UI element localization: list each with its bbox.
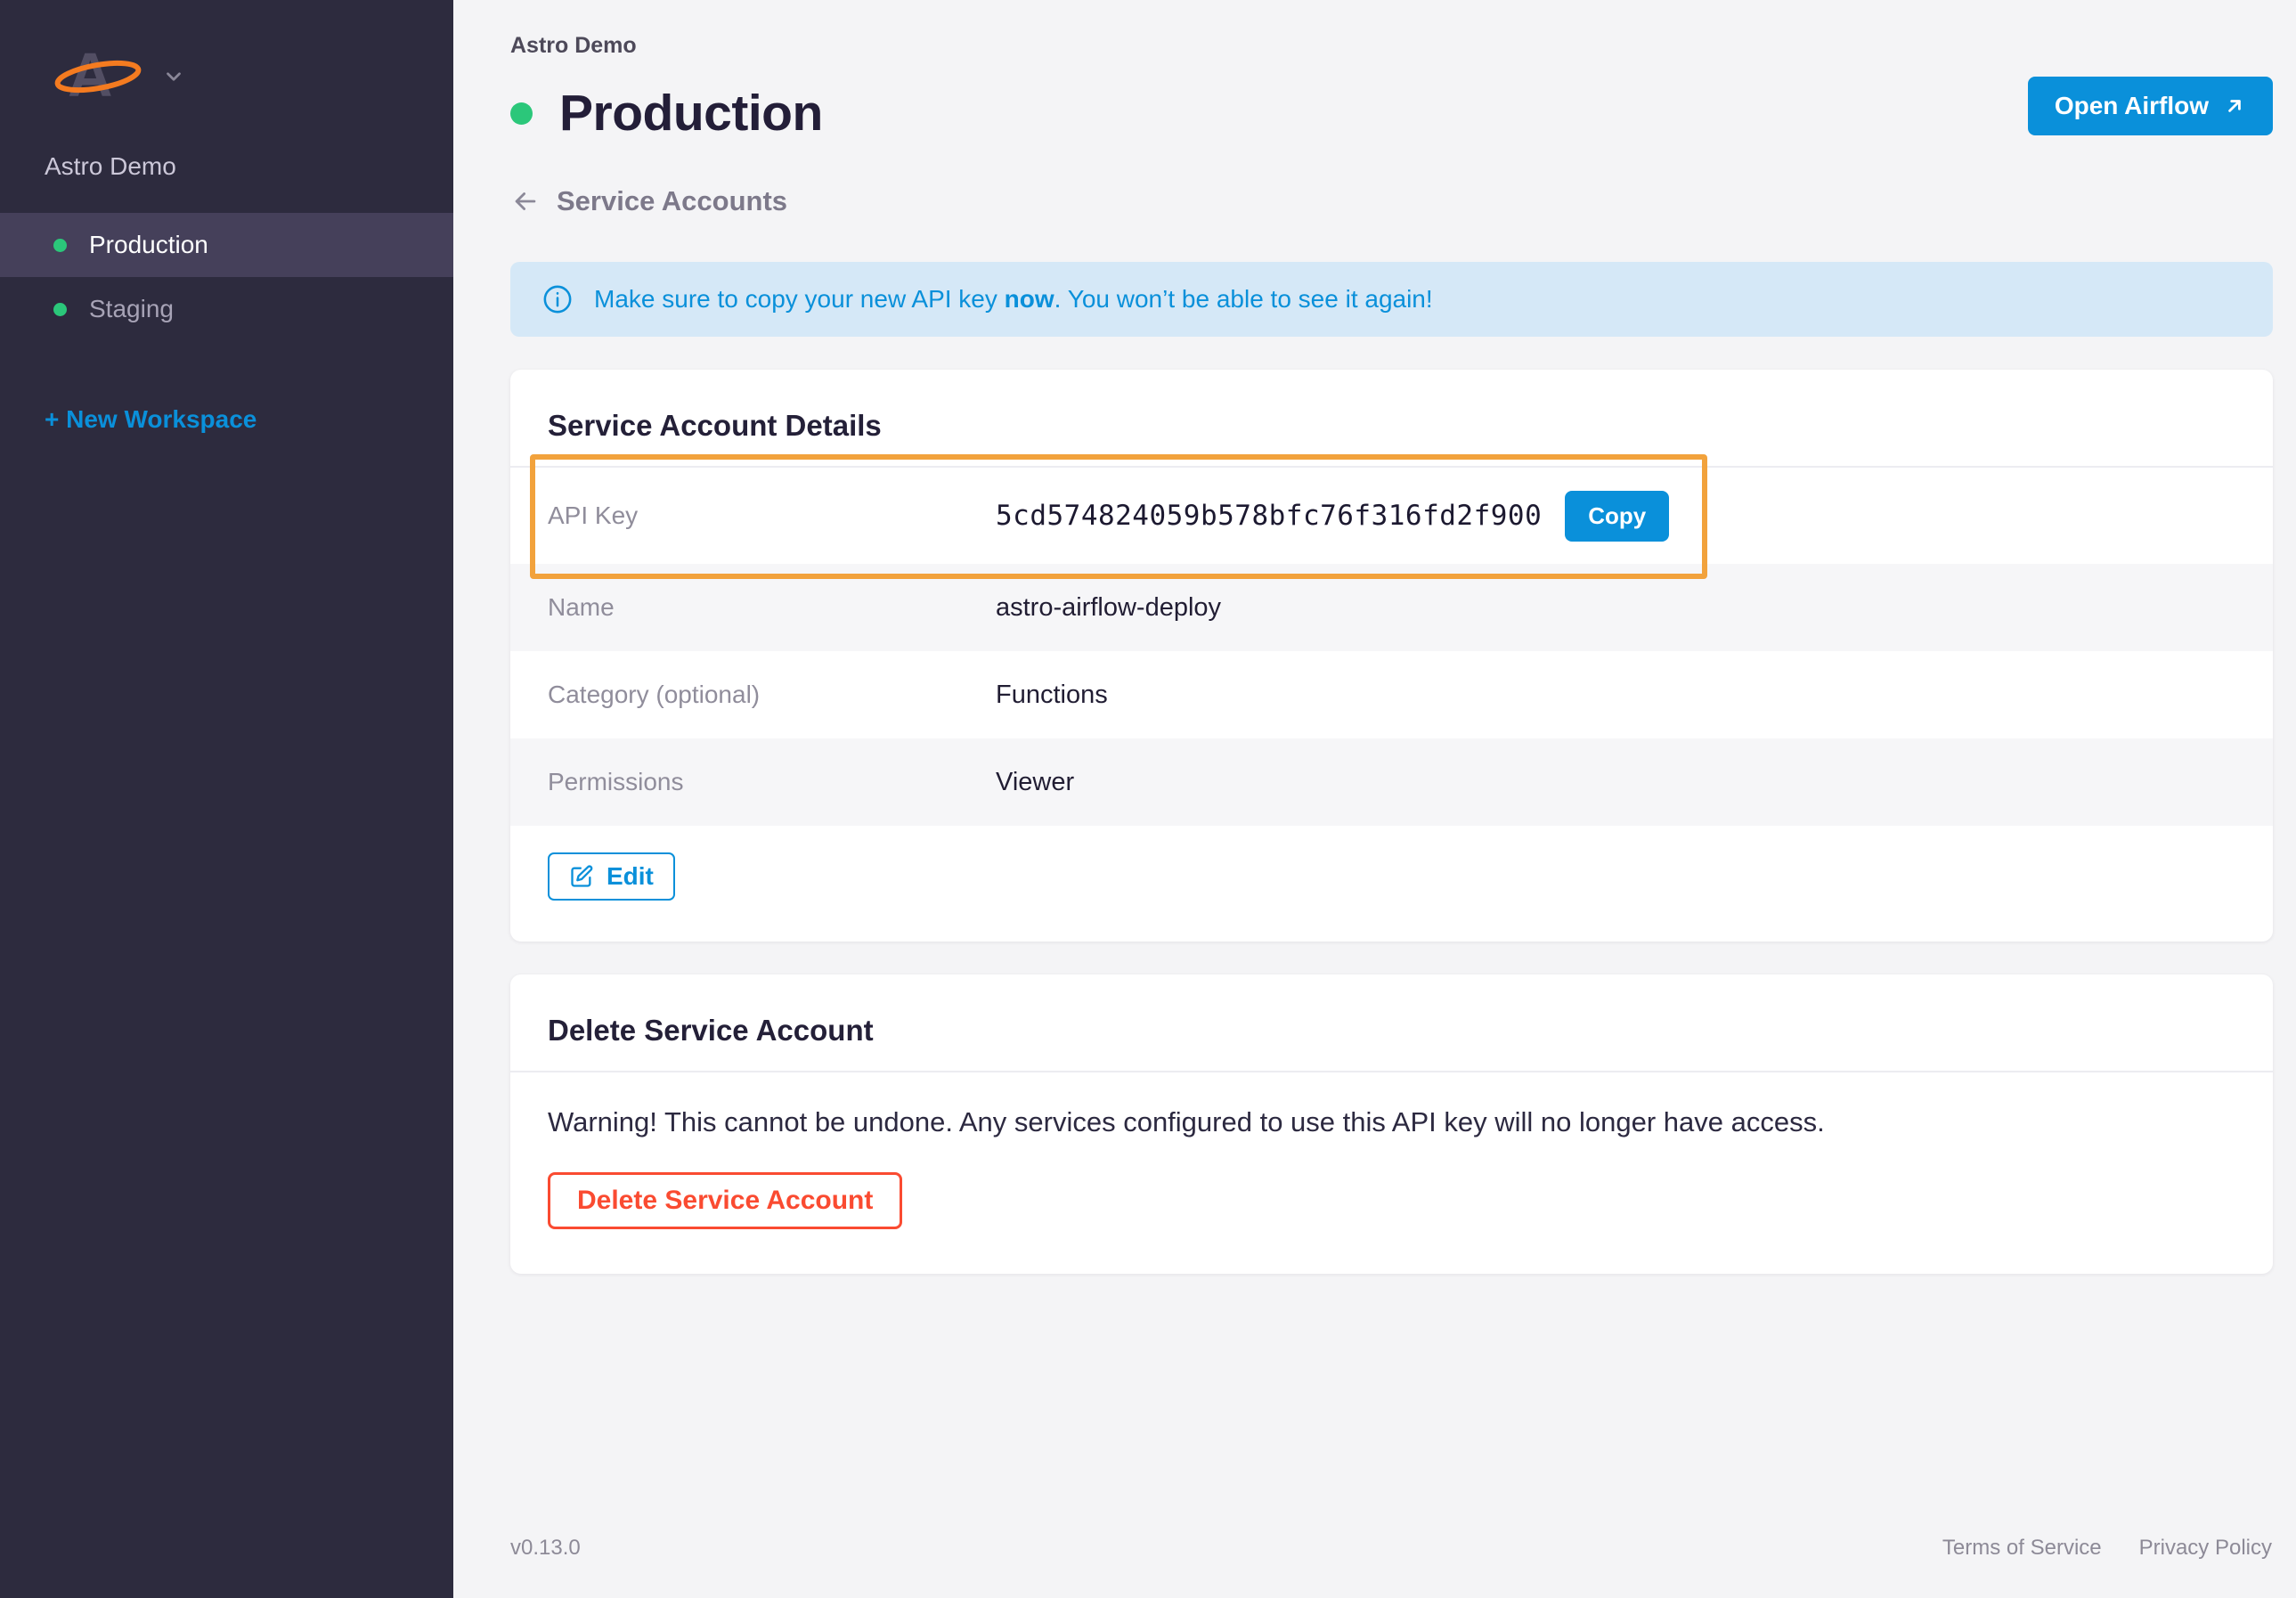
workspace-name: Astro Demo — [45, 152, 176, 180]
page-header: Production Open Airflow — [510, 77, 2273, 143]
name-value: astro-airflow-deploy — [996, 592, 1222, 622]
external-link-arrow-icon — [2223, 94, 2246, 118]
app-root: A Astro Demo Production Staging + New Wo… — [0, 0, 2296, 1598]
astronomer-logo-icon[interactable]: A — [52, 36, 144, 111]
edit-button[interactable]: Edit — [548, 852, 675, 901]
banner-text: Make sure to copy your new API key now. … — [594, 285, 1433, 313]
permissions-value: Viewer — [996, 767, 1075, 796]
new-workspace-link[interactable]: + New Workspace — [45, 405, 256, 434]
nav-item-label: Production — [89, 231, 208, 258]
status-dot-icon — [53, 302, 67, 316]
logo-row: A — [0, 0, 453, 111]
name-label: Name — [548, 593, 615, 621]
footer-links: Terms of Service Privacy Policy — [1942, 1536, 2272, 1561]
category-value: Functions — [996, 680, 1108, 709]
card-title: Service Account Details — [510, 370, 2273, 468]
back-label: Service Accounts — [557, 185, 788, 216]
api-key-row: API Key 5cd574824059b578bfc76f316fd2f900… — [510, 468, 2273, 564]
permissions-label: Permissions — [548, 768, 684, 795]
edit-label: Edit — [607, 862, 654, 890]
card-actions: Edit — [510, 826, 2273, 942]
status-dot-icon — [53, 238, 67, 252]
service-account-details-card: Service Account Details API Key 5cd57482… — [510, 370, 2273, 942]
card-title: Delete Service Account — [510, 974, 2273, 1072]
api-key-value: 5cd574824059b578bfc76f316fd2f900 — [996, 500, 1543, 532]
privacy-policy-link[interactable]: Privacy Policy — [2139, 1536, 2272, 1561]
terms-of-service-link[interactable]: Terms of Service — [1942, 1536, 2102, 1561]
permissions-row: Permissions Viewer — [510, 738, 2273, 826]
api-key-info-banner: Make sure to copy your new API key now. … — [510, 262, 2273, 337]
category-row: Category (optional) Functions — [510, 651, 2273, 738]
info-icon — [542, 284, 573, 314]
sidebar: A Astro Demo Production Staging + New Wo… — [0, 0, 453, 1598]
deployment-nav: Production Staging — [0, 213, 453, 341]
version-label: v0.13.0 — [510, 1536, 581, 1560]
delete-service-account-card: Delete Service Account Warning! This can… — [510, 974, 2273, 1274]
breadcrumb[interactable]: Astro Demo — [510, 0, 2273, 59]
api-key-label: API Key — [548, 501, 639, 529]
open-airflow-label: Open Airflow — [2054, 92, 2209, 119]
delete-card-body: Warning! This cannot be undone. Any serv… — [510, 1072, 2273, 1274]
nav-item-label: Staging — [89, 295, 174, 322]
category-label: Category (optional) — [548, 681, 761, 708]
page-title: Production — [559, 85, 823, 142]
delete-service-account-button[interactable]: Delete Service Account — [548, 1172, 903, 1229]
chevron-down-icon[interactable] — [162, 65, 185, 88]
copy-button[interactable]: Copy — [1565, 490, 1670, 542]
name-row: Name astro-airflow-deploy — [510, 564, 2273, 651]
footer: v0.13.0 Terms of Service Privacy Policy — [510, 1536, 2272, 1561]
arrow-left-icon — [510, 186, 541, 216]
open-airflow-button[interactable]: Open Airflow — [2027, 77, 2273, 135]
edit-pencil-icon — [569, 864, 594, 889]
main-content: Astro Demo Production Open Airflow Servi… — [453, 0, 2296, 1598]
back-to-service-accounts-link[interactable]: Service Accounts — [510, 185, 787, 217]
sidebar-item-production[interactable]: Production — [0, 213, 453, 277]
delete-warning-text: Warning! This cannot be undone. Any serv… — [548, 1106, 1825, 1137]
sidebar-item-staging[interactable]: Staging — [0, 277, 453, 341]
deployment-status-dot-icon — [510, 102, 533, 125]
